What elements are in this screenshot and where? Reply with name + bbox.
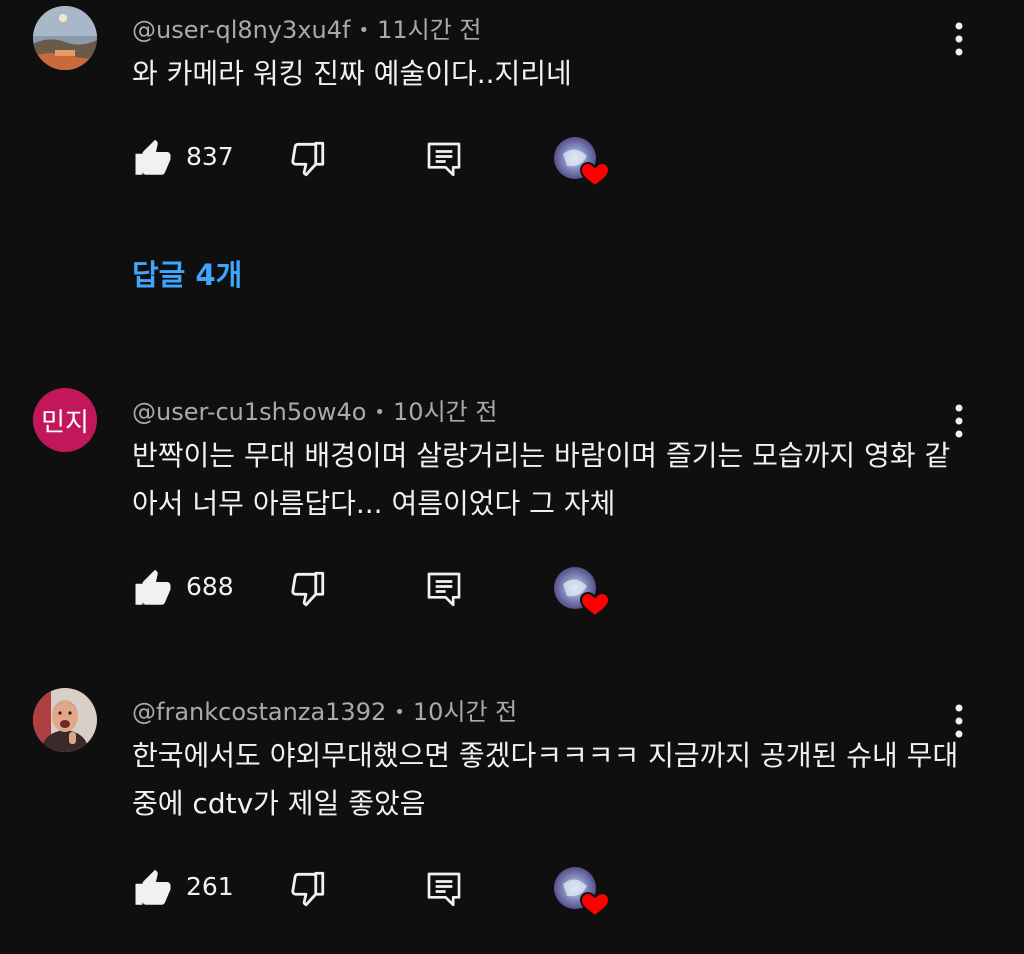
like-count: 688 [186,572,234,601]
reply-comment-icon [427,872,461,907]
avatar[interactable]: 민지 [33,388,97,452]
creator-heart [553,566,611,620]
more-options-button[interactable] [944,400,974,444]
kebab-menu-icon [955,22,963,56]
timestamp[interactable]: 10시간 전 [413,698,517,726]
comment-text: 한국에서도 야외무대했으면 좋겠다ㅋㅋㅋㅋ 지금까지 공개된 슈내 무대중에 c… [132,739,959,820]
more-options-button[interactable] [944,18,974,62]
thumbs-down-icon [291,571,325,607]
reply-comment-icon [427,572,461,607]
person-photo-avatar-icon [33,688,97,752]
more-options-button[interactable] [944,700,974,744]
thumbs-down-icon [291,871,325,907]
dislike-button[interactable] [286,568,328,610]
dislike-button[interactable] [286,868,328,910]
thumbs-up-icon [135,139,171,175]
timestamp[interactable]: 10시간 전 [393,398,497,426]
reply-button[interactable] [424,138,464,180]
action-row: 688 [0,566,1024,618]
comment-meta: @user-ql8ny3xu4f • 11시간 전 [132,10,482,45]
landscape-avatar-icon [33,6,97,70]
reply-comment-icon [427,142,461,177]
like-count: 837 [186,142,234,171]
comment-meta: @user-cu1sh5ow4o • 10시간 전 [132,392,497,427]
reply-button[interactable] [424,868,464,910]
kebab-menu-icon [955,704,963,738]
action-row: 261 [0,866,1024,918]
author-handle[interactable]: @user-ql8ny3xu4f [132,16,350,44]
creator-heart-icon [554,867,611,918]
like-button[interactable] [132,568,174,610]
kebab-menu-icon [955,404,963,438]
separator-dot: • [358,20,370,41]
dislike-button[interactable] [286,138,328,180]
comment-meta: @frankcostanza1392 • 10시간 전 [132,692,517,727]
separator-dot: • [394,702,405,723]
like-button[interactable] [132,868,174,910]
creator-heart [553,866,611,920]
action-row: 837 [0,136,1024,188]
author-handle[interactable]: @frankcostanza1392 [132,698,386,726]
comment-text: 와 카메라 워킹 진짜 예술이다..지리네 [132,57,572,90]
like-button[interactable] [132,138,174,180]
thumbs-down-icon [291,141,325,177]
view-replies-link[interactable]: 답글 4개 [132,252,242,294]
avatar[interactable] [33,688,97,752]
like-count: 261 [186,872,234,901]
creator-heart-icon [554,567,611,618]
avatar[interactable] [33,6,97,70]
creator-heart [553,136,611,190]
thumbs-up-icon [135,569,171,605]
creator-heart-icon [554,137,611,188]
reply-button[interactable] [424,568,464,610]
separator-dot: • [374,402,386,423]
thumbs-up-icon [135,869,171,905]
comment-text: 반짝이는 무대 배경이며 살랑거리는 바람이며 즐기는 모습까지 영화 같아서 … [132,439,951,520]
author-handle[interactable]: @user-cu1sh5ow4o [132,398,366,426]
timestamp[interactable]: 11시간 전 [377,16,481,44]
